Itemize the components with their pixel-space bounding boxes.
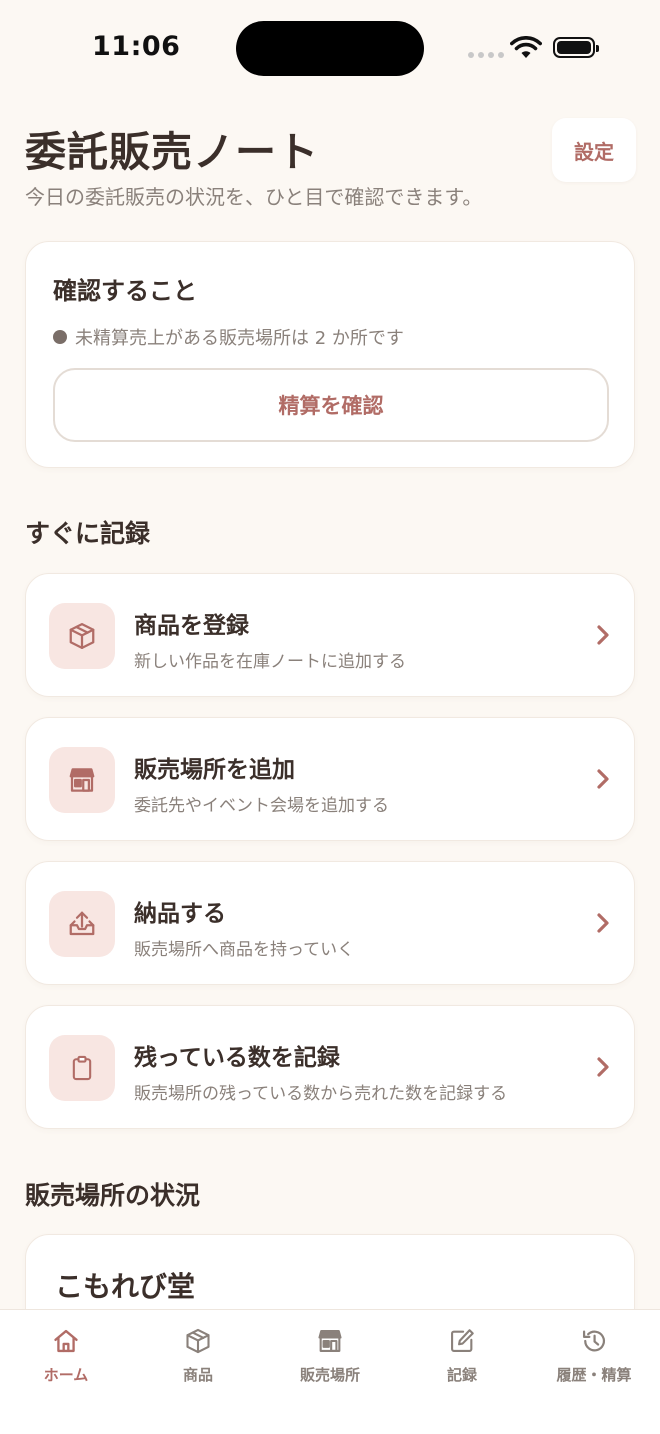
action-title: 納品する: [134, 901, 226, 927]
chevron-right-icon: [597, 1057, 609, 1077]
history-icon: [579, 1326, 609, 1356]
status-bar: 11:06: [0, 0, 660, 100]
action-title: 販売場所を追加: [134, 757, 295, 783]
deliver-card[interactable]: 納品する 販売場所へ商品を持っていく: [25, 861, 635, 985]
status-time: 11:06: [92, 31, 181, 62]
box-icon: [49, 603, 115, 669]
action-title: 商品を登録: [134, 613, 249, 639]
action-description: 販売場所の残っている数から売れた数を記録する: [134, 1084, 508, 1104]
tab-records[interactable]: 記録: [396, 1310, 528, 1400]
record-remaining-card[interactable]: 残っている数を記録 販売場所の残っている数から売れた数を記録する: [25, 1005, 635, 1129]
tab-bar: ホーム 商品 販売場所 記録 履歴・精算: [0, 1309, 660, 1434]
tab-products[interactable]: 商品: [132, 1310, 264, 1400]
action-description: 販売場所へ商品を持っていく: [134, 940, 355, 960]
chevron-right-icon: [597, 913, 609, 933]
page-title: 委託販売ノート: [25, 128, 319, 176]
delivery-tray-icon: [49, 891, 115, 957]
wifi-icon: [510, 36, 542, 58]
check-settlement-button[interactable]: 精算を確認: [53, 368, 609, 442]
tab-home[interactable]: ホーム: [0, 1310, 132, 1400]
add-sales-place-card[interactable]: 販売場所を追加 委託先やイベント会場を追加する: [25, 717, 635, 841]
edit-icon: [448, 1326, 476, 1356]
tab-label: 履歴・精算: [556, 1366, 632, 1384]
clipboard-icon: [49, 1035, 115, 1101]
action-title: 残っている数を記録: [134, 1045, 340, 1071]
action-description: 委託先やイベント会場を追加する: [134, 796, 389, 816]
dynamic-island: [236, 21, 424, 76]
store-icon: [49, 747, 115, 813]
quick-record-heading: すぐに記録: [25, 519, 151, 548]
tab-label: ホーム: [43, 1366, 89, 1384]
battery-icon: [553, 37, 599, 58]
settings-button[interactable]: 設定: [552, 118, 636, 182]
tab-label: 記録: [446, 1366, 477, 1384]
box-icon: [184, 1326, 212, 1356]
register-product-card[interactable]: 商品を登録 新しい作品を在庫ノートに追加する: [25, 573, 635, 697]
tab-history-settlement[interactable]: 履歴・精算: [528, 1310, 660, 1400]
unsettled-notice: 未精算売上がある販売場所は 2 か所です: [53, 324, 404, 350]
tab-sales-places[interactable]: 販売場所: [264, 1310, 396, 1400]
sales-place-name: こもれび堂: [55, 1270, 196, 1303]
unsettled-notice-text: 未精算売上がある販売場所は 2 か所です: [75, 328, 404, 349]
tab-label: 商品: [182, 1366, 213, 1384]
check-card: 確認すること 未精算売上がある販売場所は 2 か所です 精算を確認: [25, 241, 635, 468]
store-icon: [316, 1326, 344, 1356]
chevron-right-icon: [597, 625, 609, 645]
sales-places-heading: 販売場所の状況: [25, 1181, 201, 1210]
cellular-signal-icon: [468, 52, 504, 58]
bullet-dot-icon: [53, 330, 67, 344]
chevron-right-icon: [597, 769, 609, 789]
check-card-title: 確認すること: [53, 277, 197, 305]
action-description: 新しい作品を在庫ノートに追加する: [134, 652, 406, 672]
page-subtitle: 今日の委託販売の状況を、ひと目で確認できます。: [25, 185, 483, 209]
home-icon: [52, 1326, 80, 1356]
tab-label: 販売場所: [299, 1366, 360, 1384]
